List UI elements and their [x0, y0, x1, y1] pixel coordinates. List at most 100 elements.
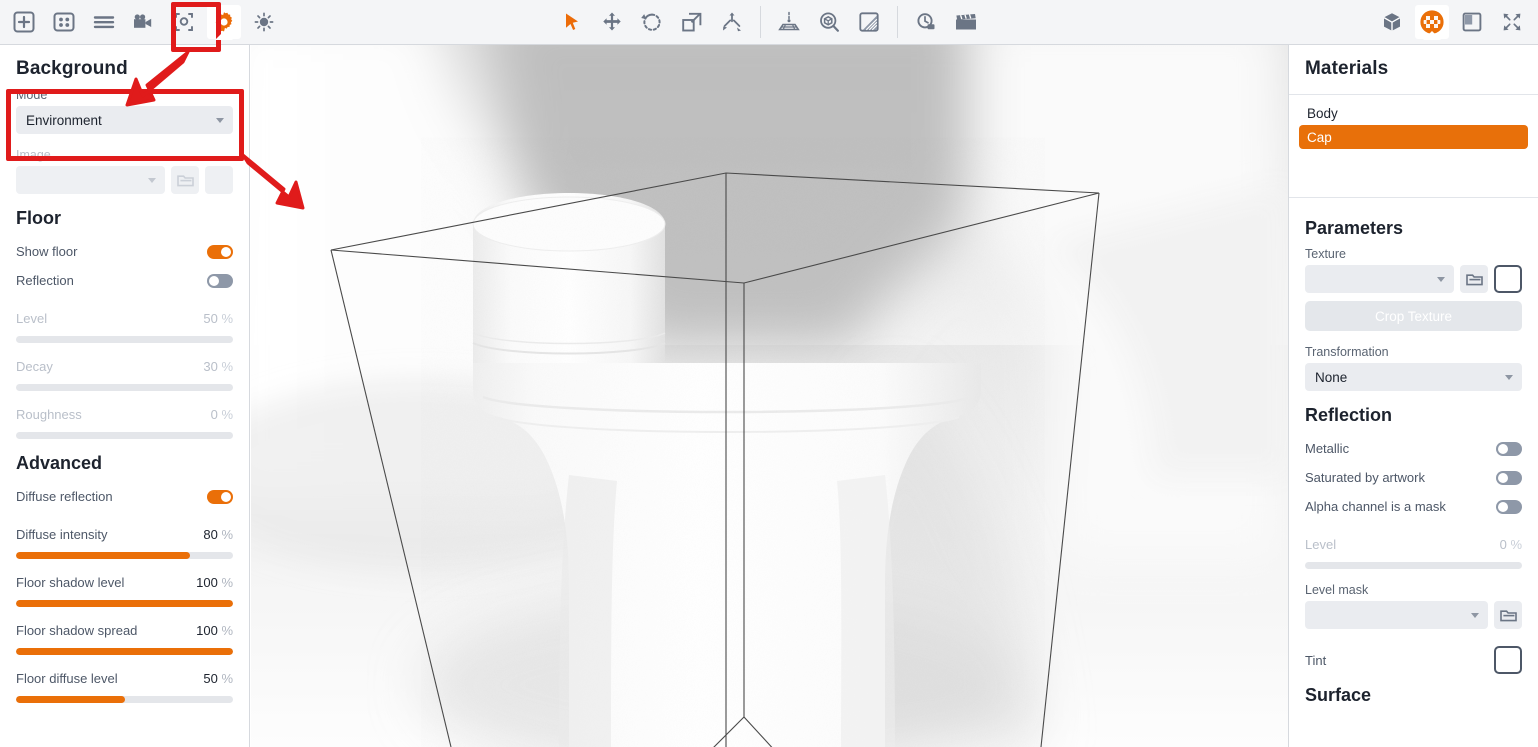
- floor-shadow-level-value: 100 %: [196, 575, 233, 590]
- materials-sphere-button[interactable]: [1415, 5, 1449, 39]
- floor-decay-value: 30 %: [203, 359, 233, 374]
- diffuse-reflection-toggle[interactable]: [207, 490, 233, 504]
- material-item-body[interactable]: Body: [1299, 101, 1528, 125]
- metallic-toggle[interactable]: [1496, 442, 1522, 456]
- floor-roughness-slider[interactable]: [16, 432, 233, 439]
- metallic-label: Metallic: [1305, 441, 1349, 456]
- floor-level-value: 50 %: [203, 311, 233, 326]
- reflection-level-slider[interactable]: [1305, 562, 1522, 569]
- reflection-toggle[interactable]: [207, 274, 233, 288]
- show-floor-row: Show floor: [0, 237, 249, 266]
- scene-grid-button[interactable]: [47, 5, 81, 39]
- alpha-channel-mask-toggle[interactable]: [1496, 500, 1522, 514]
- chevron-down-icon: [1471, 613, 1479, 618]
- camera-button[interactable]: [127, 5, 161, 39]
- mode-label: Mode: [0, 88, 249, 106]
- divider: [1289, 94, 1538, 95]
- saturated-by-artwork-row: Saturated by artwork: [1289, 463, 1538, 492]
- texture-label: Texture: [1289, 247, 1538, 265]
- floor-diffuse-level-value: 50 %: [203, 671, 233, 686]
- floor-decay-row: Decay 30 %: [0, 352, 249, 381]
- mode-select-value: Environment: [26, 113, 102, 128]
- floor-level-label: Level: [16, 311, 47, 326]
- animation-clapperboard-button[interactable]: [949, 5, 983, 39]
- active-tab-notch: [1423, 31, 1441, 40]
- zoom-object-button[interactable]: [812, 5, 846, 39]
- explode-button[interactable]: [715, 5, 749, 39]
- chevron-down-icon: [1505, 375, 1513, 380]
- toolbar-left-group: [0, 0, 284, 45]
- toolbar-separator: [897, 6, 898, 38]
- diffuse-intensity-value: 80 %: [203, 527, 233, 542]
- texture-color-swatch-button[interactable]: [1494, 265, 1522, 293]
- floor-level-slider[interactable]: [16, 336, 233, 343]
- diffuse-intensity-row: Diffuse intensity 80 %: [0, 520, 249, 549]
- tint-row: Tint: [1289, 643, 1538, 677]
- floor-shadow-spread-slider[interactable]: [16, 648, 233, 655]
- alpha-channel-mask-label: Alpha channel is a mask: [1305, 499, 1446, 514]
- reflection-level-value: 0 %: [1500, 537, 1522, 552]
- fullscreen-button[interactable]: [1495, 5, 1529, 39]
- floor-diffuse-level-slider[interactable]: [16, 696, 233, 703]
- layout-page-button[interactable]: [1455, 5, 1489, 39]
- panel-title: Background: [0, 45, 249, 88]
- image-swatch-button[interactable]: [205, 166, 233, 194]
- floor-decay-slider[interactable]: [16, 384, 233, 391]
- show-floor-toggle[interactable]: [207, 245, 233, 259]
- alpha-channel-mask-row: Alpha channel is a mask: [1289, 492, 1538, 521]
- level-mask-label: Level mask: [1289, 583, 1538, 601]
- rotate-button[interactable]: [635, 5, 669, 39]
- texture-select[interactable]: [1305, 265, 1454, 293]
- material-item-cap[interactable]: Cap: [1299, 125, 1528, 149]
- history-time-button[interactable]: [909, 5, 943, 39]
- show-floor-label: Show floor: [16, 244, 77, 259]
- floor-shadow-level-row: Floor shadow level 100 %: [0, 568, 249, 597]
- floor-diffuse-level-row: Floor diffuse level 50 %: [0, 664, 249, 693]
- cube-3d-button[interactable]: [1375, 5, 1409, 39]
- reflection-level-label: Level: [1305, 537, 1336, 552]
- level-mask-browse-button[interactable]: [1494, 601, 1522, 629]
- list-menu-button[interactable]: [87, 5, 121, 39]
- 3d-viewport[interactable]: [251, 45, 1288, 747]
- level-mask-row: [1289, 601, 1538, 629]
- settings-gear-button[interactable]: [207, 5, 241, 39]
- active-tab-notch: [215, 31, 233, 40]
- transformation-label: Transformation: [1289, 345, 1538, 363]
- light-bulb-button[interactable]: [247, 5, 281, 39]
- transformation-select[interactable]: None: [1305, 363, 1522, 391]
- floor-shadow-spread-value: 100 %: [196, 623, 233, 638]
- main-toolbar: [0, 0, 1538, 45]
- move-button[interactable]: [595, 5, 629, 39]
- floor-shadow-level-slider[interactable]: [16, 600, 233, 607]
- toolbar-separator: [760, 6, 761, 38]
- reflection-level-row: Level 0 %: [1289, 530, 1538, 559]
- object-select-button[interactable]: [167, 5, 201, 39]
- viewport-render: [251, 45, 1288, 747]
- image-browse-button[interactable]: [171, 166, 199, 194]
- perspective-button[interactable]: [772, 5, 806, 39]
- shading-gradient-button[interactable]: [852, 5, 886, 39]
- divider: [1289, 197, 1538, 198]
- application-window: Background Mode Environment Image Floor …: [0, 0, 1538, 747]
- mode-select[interactable]: Environment: [16, 106, 233, 134]
- chevron-down-icon: [216, 118, 224, 123]
- image-select[interactable]: [16, 166, 165, 194]
- texture-row: [1289, 265, 1538, 293]
- texture-browse-button[interactable]: [1460, 265, 1488, 293]
- diffuse-intensity-slider[interactable]: [16, 552, 233, 559]
- saturated-by-artwork-toggle[interactable]: [1496, 471, 1522, 485]
- cursor-arrow-button[interactable]: [555, 5, 589, 39]
- crop-texture-button[interactable]: Crop Texture: [1305, 301, 1522, 331]
- diffuse-intensity-label: Diffuse intensity: [16, 527, 108, 542]
- tint-color-swatch-button[interactable]: [1494, 646, 1522, 674]
- materials-panel: Materials Body Cap Parameters Texture Cr…: [1288, 45, 1538, 747]
- scale-button[interactable]: [675, 5, 709, 39]
- floor-decay-label: Decay: [16, 359, 53, 374]
- add-button[interactable]: [7, 5, 41, 39]
- floor-section-title: Floor: [0, 194, 249, 237]
- toolbar-center-group: [552, 5, 986, 39]
- diffuse-reflection-label: Diffuse reflection: [16, 489, 113, 504]
- metallic-row: Metallic: [1289, 434, 1538, 463]
- level-mask-select[interactable]: [1305, 601, 1488, 629]
- floor-roughness-value: 0 %: [211, 407, 233, 422]
